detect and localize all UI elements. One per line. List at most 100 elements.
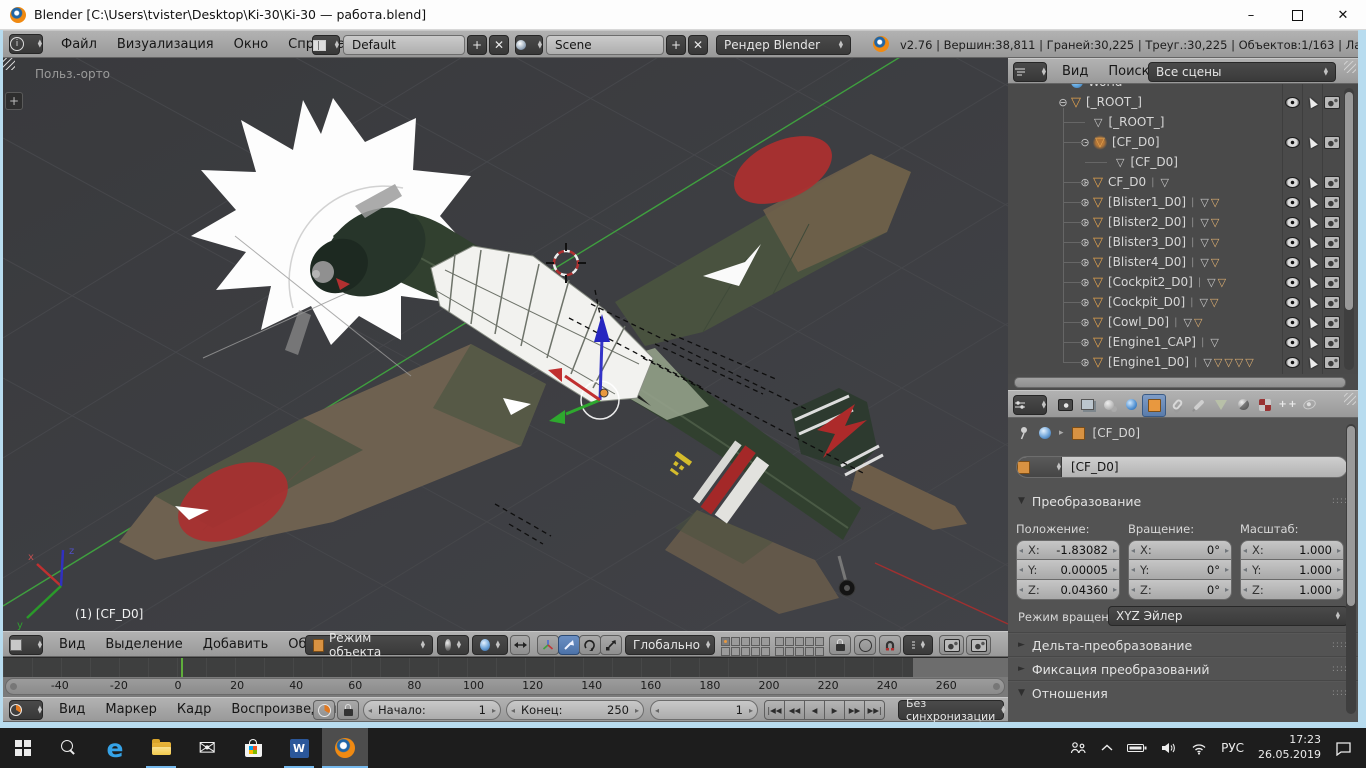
people-icon[interactable] bbox=[1070, 741, 1087, 755]
minimize-button[interactable]: – bbox=[1228, 0, 1274, 30]
outliner-row[interactable]: ⊖ ▽ [CF_D0] bbox=[1008, 132, 1358, 152]
taskbar-start-button[interactable] bbox=[0, 728, 46, 768]
snap-toggle-button[interactable] bbox=[879, 635, 901, 655]
properties-tab-object[interactable] bbox=[1142, 394, 1166, 417]
selectability-cursor-toggle[interactable] bbox=[1302, 312, 1322, 332]
selectability-cursor-toggle[interactable] bbox=[1302, 332, 1322, 352]
proportional-edit-button[interactable] bbox=[854, 635, 876, 655]
properties-tab-texture[interactable] bbox=[1254, 394, 1276, 415]
layer-cell[interactable] bbox=[795, 647, 804, 656]
visibility-eye-toggle[interactable] bbox=[1282, 292, 1302, 312]
renderability-camera-toggle[interactable] bbox=[1322, 252, 1342, 272]
outliner-hscrollbar[interactable] bbox=[1014, 376, 1346, 388]
pin-icon[interactable] bbox=[1018, 426, 1031, 440]
rotation-mode-dropdown[interactable]: XYZ Эйлер ▲ ▼ bbox=[1108, 606, 1348, 626]
layer-cell[interactable] bbox=[785, 637, 794, 646]
scene-browse-button[interactable]: ▲ ▼ bbox=[515, 35, 543, 55]
menu-window[interactable]: Окно bbox=[224, 33, 279, 57]
outliner-item-label[interactable]: [Cockpit2_D0] bbox=[1108, 275, 1193, 289]
pivot-align-toggle[interactable] bbox=[510, 635, 530, 655]
visibility-eye-toggle[interactable] bbox=[1282, 232, 1302, 252]
layers-widget-group1[interactable] bbox=[721, 637, 770, 656]
visibility-eye-toggle[interactable] bbox=[1282, 132, 1302, 152]
layer-cell[interactable] bbox=[731, 647, 740, 656]
outliner-row[interactable]: ⊕ ▽ [Engine1_D0] | ▽ ▽ ▽ ▽ ▽ bbox=[1008, 352, 1358, 372]
menu-view[interactable]: Вид bbox=[1052, 60, 1098, 84]
layers-widget-group2[interactable] bbox=[775, 637, 824, 656]
properties-tab-material[interactable] bbox=[1232, 394, 1254, 415]
taskbar-file-explorer-button[interactable] bbox=[138, 728, 184, 768]
outliner-item-label[interactable]: [Engine1_CAP] bbox=[1108, 335, 1196, 349]
transform-value-field[interactable]: X: -1.83082 bbox=[1016, 540, 1120, 560]
outliner-row[interactable]: ⊕ ▽ [Blister4_D0] | ▽ ▽ bbox=[1008, 252, 1358, 272]
taskbar-mail-button[interactable]: ✉ bbox=[184, 728, 230, 768]
scene-name-field[interactable]: Scene bbox=[546, 35, 664, 55]
window-titlebar[interactable]: Blender [C:\Users\tvister\Desktop\Ki-30\… bbox=[0, 0, 1366, 30]
renderability-camera-toggle[interactable] bbox=[1322, 132, 1342, 152]
region-expand-button[interactable]: + bbox=[5, 92, 23, 110]
lock-to-scene-button[interactable] bbox=[829, 635, 851, 655]
renderability-camera-toggle[interactable] bbox=[1322, 292, 1342, 312]
clock-widget[interactable]: 17:23 26.05.2019 bbox=[1258, 733, 1321, 763]
menu-view[interactable]: Вид bbox=[49, 633, 95, 657]
layer-1[interactable] bbox=[721, 637, 730, 646]
outliner-row[interactable]: ⊕ ▽ [Cowl_D0] | ▽ ▽ bbox=[1008, 312, 1358, 332]
play-button[interactable]: ▶ bbox=[824, 700, 845, 720]
layer-cell[interactable] bbox=[805, 647, 814, 656]
panel-header[interactable]: ► Фиксация преобразований:::: bbox=[1008, 658, 1358, 680]
properties-scrollbar[interactable] bbox=[1347, 426, 1355, 606]
renderability-camera-toggle[interactable] bbox=[1322, 92, 1342, 112]
object-id-browse[interactable]: ▲ ▼ bbox=[1017, 457, 1062, 477]
outliner-item-label[interactable]: [Blister4_D0] bbox=[1108, 255, 1186, 269]
taskbar-word-button[interactable]: W bbox=[276, 728, 322, 768]
outliner-item-label[interactable]: [Cockpit_D0] bbox=[1108, 295, 1185, 309]
renderability-camera-toggle[interactable] bbox=[1322, 332, 1342, 352]
visibility-eye-toggle[interactable] bbox=[1282, 272, 1302, 292]
renderability-camera-toggle[interactable] bbox=[1322, 312, 1342, 332]
menu-file[interactable]: Файл bbox=[51, 33, 107, 57]
editor-type-info-button[interactable]: i ▲ ▼ bbox=[9, 34, 43, 54]
outliner-row[interactable]: ⊕ ▽ [Blister2_D0] | ▽ ▽ bbox=[1008, 212, 1358, 232]
outliner-row[interactable]: ⊕ ▽ [Cockpit_D0] | ▽ ▽ bbox=[1008, 292, 1358, 312]
outliner-row[interactable]: ⊕ ▽ [Blister3_D0] | ▽ ▽ bbox=[1008, 232, 1358, 252]
visibility-eye-toggle[interactable] bbox=[1282, 212, 1302, 232]
tray-chevron-up-icon[interactable] bbox=[1101, 744, 1113, 752]
taskbar-blender-button[interactable] bbox=[322, 728, 368, 768]
layer-cell[interactable] bbox=[751, 637, 760, 646]
selectability-cursor-toggle[interactable] bbox=[1302, 352, 1322, 372]
properties-tab-modifiers[interactable] bbox=[1188, 394, 1210, 415]
timeline-ruler[interactable]: -40 -20 0 20 40 60 80 100 120 140 160 180 200 220 240 2… bbox=[3, 677, 1008, 697]
screen-layout-browse-button[interactable]: ▲ ▼ bbox=[312, 35, 340, 55]
area-resize-grip[interactable] bbox=[1344, 393, 1356, 405]
frame-start-field[interactable]: Начало: 1 bbox=[363, 700, 501, 720]
outliner-row[interactable]: ▽ [CF_D0] bbox=[1008, 152, 1358, 172]
outliner-item-label[interactable]: [_ROOT_] bbox=[1108, 115, 1164, 129]
viewport-3d[interactable]: x z y Польз.-орто (1) [CF_D0] + bbox=[3, 58, 1008, 631]
sync-mode-dropdown[interactable]: Без синхронизации ▲ ▼ bbox=[898, 697, 1006, 723]
menu-render[interactable]: Визуализация bbox=[107, 33, 224, 57]
remove-layout-button[interactable]: ✕ bbox=[489, 35, 509, 55]
frame-end-field[interactable]: Конец: 250 bbox=[506, 700, 644, 720]
expander-minus-icon[interactable]: ⊖ bbox=[1055, 96, 1071, 109]
renderability-camera-toggle[interactable] bbox=[1322, 172, 1342, 192]
remove-scene-button[interactable]: ✕ bbox=[688, 35, 708, 55]
render-engine-dropdown[interactable]: Рендер Blender ▲ ▼ bbox=[716, 35, 851, 55]
timeline-playhead[interactable] bbox=[181, 658, 183, 678]
visibility-eye-toggle[interactable] bbox=[1282, 192, 1302, 212]
outliner-row[interactable]: ⊕ ▽ CF_D0 | ▽ bbox=[1008, 172, 1358, 192]
layer-cell[interactable] bbox=[815, 647, 824, 656]
transform-orientation-dropdown[interactable]: Глобально ▲ ▼ bbox=[625, 635, 715, 655]
manipulator-toggle-button[interactable] bbox=[537, 635, 559, 655]
visibility-eye-toggle[interactable] bbox=[1282, 172, 1302, 192]
prev-keyframe-button[interactable]: ◀◀ bbox=[784, 700, 805, 720]
properties-tab-render[interactable] bbox=[1054, 394, 1076, 415]
outliner-item-label[interactable]: [_ROOT_] bbox=[1086, 95, 1142, 109]
properties-tab-world[interactable] bbox=[1120, 394, 1142, 415]
wifi-icon[interactable] bbox=[1191, 742, 1207, 755]
outliner-item-label[interactable]: [Engine1_D0] bbox=[1108, 355, 1189, 369]
outliner-item-label[interactable]: [CF_D0] bbox=[1112, 135, 1160, 149]
area-resize-grip[interactable] bbox=[3, 58, 15, 70]
editor-type-properties-button[interactable]: ▲ ▼ bbox=[1013, 395, 1047, 415]
layer-cell[interactable] bbox=[815, 637, 824, 646]
layer-cell[interactable] bbox=[775, 647, 784, 656]
